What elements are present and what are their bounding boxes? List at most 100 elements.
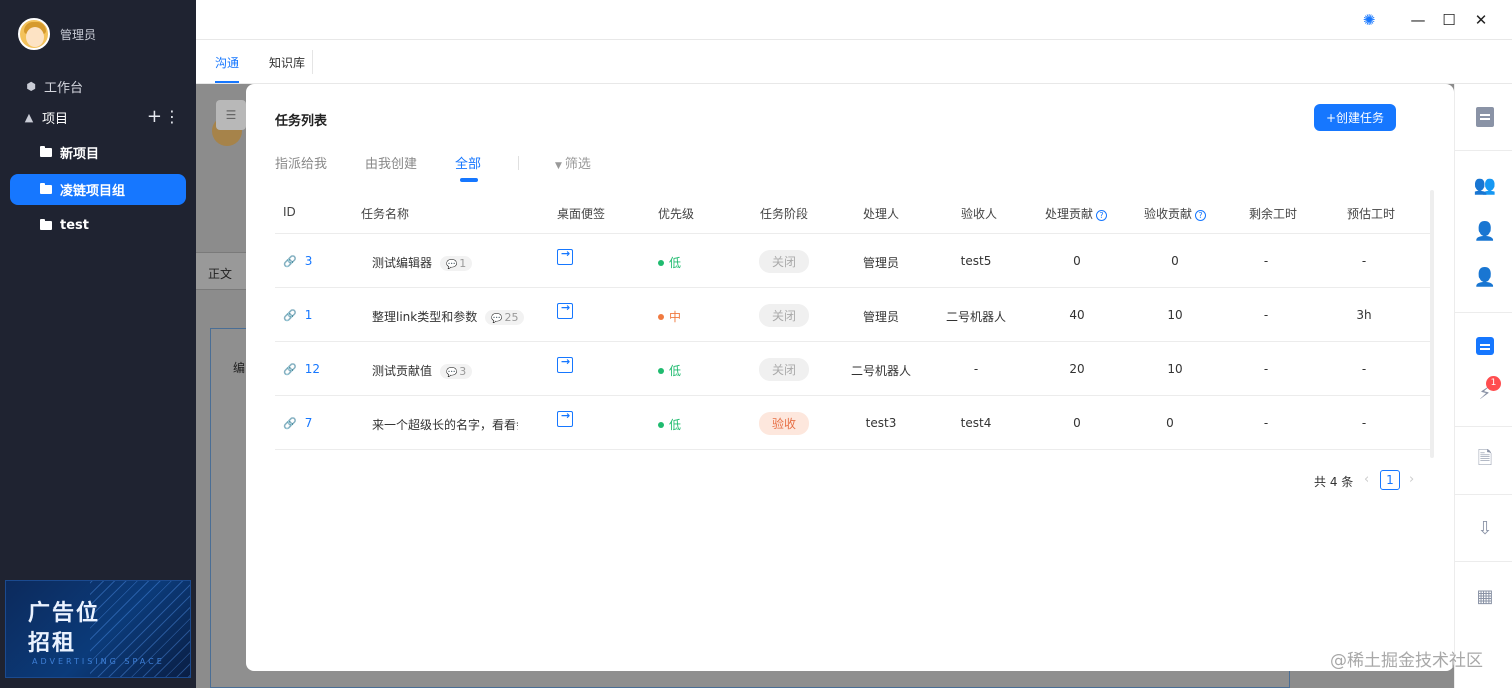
stage-badge: 关闭 xyxy=(759,358,809,381)
folder-icon xyxy=(40,183,52,194)
help-icon[interactable]: ? xyxy=(1195,210,1207,221)
task-id[interactable]: 🔗 3 xyxy=(283,254,312,268)
page-button[interactable]: 1 xyxy=(1380,470,1400,490)
remaining: - xyxy=(1263,416,1269,430)
comment-count: 💬 1 xyxy=(440,256,473,271)
priority-dot xyxy=(658,260,664,266)
table-row[interactable]: 🔗1 整理link类型和参数💬25 中 关闭 管理员 二号机器人 40 10 -… xyxy=(275,288,1434,342)
link-icon: 🔗 xyxy=(283,255,297,268)
estimated: - xyxy=(1361,362,1367,376)
priority: 低 xyxy=(658,254,681,271)
link-icon: 🔗 xyxy=(283,363,297,376)
avatar[interactable] xyxy=(18,18,50,50)
filter-label: 筛选 xyxy=(564,157,591,172)
desktop-note-icon[interactable] xyxy=(557,409,573,427)
table-row[interactable]: 🔗 12 测试贡献值 💬3 低 关闭 二号机器人 - 20 10 - - xyxy=(275,342,1434,396)
create-task-button[interactable]: +创建任务 xyxy=(1314,104,1396,131)
stage: 验收 xyxy=(759,412,809,435)
stage: 关闭 xyxy=(759,358,809,381)
user-star-icon[interactable]: 👤 xyxy=(1474,220,1496,242)
ad-line2: 招租 xyxy=(28,631,77,656)
table-row[interactable]: 🔗3 测试编辑器💬1 低 关闭 管理员 test5 0 0 - - xyxy=(275,234,1434,288)
add-project-icon[interactable]: + xyxy=(147,106,162,127)
more-icon[interactable]: ⋮ xyxy=(164,107,180,126)
col-stage: 任务阶段 xyxy=(760,207,809,221)
task-id-value: 1 xyxy=(304,308,313,322)
remaining: - xyxy=(1263,308,1269,322)
ad-line3: ADVERTISING SPACE xyxy=(32,657,165,666)
project-label: 凌链项目组 xyxy=(60,184,126,199)
desktop-note-icon[interactable] xyxy=(557,355,573,373)
tab-divider xyxy=(518,156,519,170)
project-item[interactable]: test xyxy=(10,210,186,241)
col-accept-contrib-label: 验收贡献 xyxy=(1144,207,1193,221)
scrollbar[interactable] xyxy=(1430,190,1434,458)
link-icon: 🔗 xyxy=(283,309,297,322)
project-item[interactable]: 新项目 xyxy=(10,137,186,168)
priority: 中 xyxy=(658,308,681,325)
col-priority: 优先级 xyxy=(658,207,695,221)
accept-contrib: 10 xyxy=(1167,362,1183,376)
chevron-up-icon: ▲ xyxy=(24,110,34,124)
desktop-note-icon[interactable] xyxy=(557,301,573,319)
document-icon[interactable] xyxy=(1474,106,1496,128)
maximize-button[interactable]: ☐ xyxy=(1437,10,1461,30)
users-icon[interactable]: 👥 xyxy=(1474,174,1496,196)
tab-knowledge-base[interactable]: 知识库 xyxy=(269,54,305,71)
task-id[interactable]: 🔗 12 xyxy=(283,362,320,376)
main-tabs: 沟通 知识库 xyxy=(196,40,1512,84)
task-list-modal: 任务列表 +创建任务 指派给我 由我创建 全部 ▼ 筛选 ID 任务名称 桌面便签… xyxy=(246,84,1454,671)
tab-assigned-to-me[interactable]: 指派给我 xyxy=(275,153,327,172)
stage-badge: 验收 xyxy=(759,412,809,435)
priority: 低 xyxy=(658,416,681,433)
apps-icon[interactable]: ▦ xyxy=(1474,585,1496,607)
close-button[interactable]: ✕ xyxy=(1469,10,1493,30)
col-acceptor: 验收人 xyxy=(961,207,998,221)
accept-contrib: 10 xyxy=(1167,308,1183,322)
task-name[interactable]: 整理link类型和参数 💬 25 xyxy=(372,308,525,325)
task-doc-icon[interactable] xyxy=(1474,335,1496,357)
minimize-button[interactable]: — xyxy=(1406,10,1430,30)
title-bar: ✺ — ☐ ✕ xyxy=(196,0,1512,40)
download-box-icon[interactable]: ⇩ xyxy=(1474,517,1496,539)
bug-icon[interactable]: ✺ xyxy=(1357,10,1381,30)
desktop-note-icon[interactable] xyxy=(557,247,573,265)
modal-title: 任务列表 xyxy=(275,114,328,129)
user-star-alt-icon[interactable]: 👤 xyxy=(1474,266,1496,288)
task-name[interactable]: 测试编辑器 💬 1 xyxy=(372,254,473,271)
task-id[interactable]: 🔗 1 xyxy=(283,308,312,322)
tab-all[interactable]: 全部 xyxy=(455,153,481,182)
acceptor: 二号机器人 xyxy=(945,310,1006,324)
table-row[interactable]: 🔗7 来一个超级长的名字，看看会 低 验收 test3 test4 0 0 - … xyxy=(275,396,1434,450)
project-item-active[interactable]: 凌链项目组 xyxy=(10,174,186,205)
tab-communication[interactable]: 沟通 xyxy=(215,54,240,83)
tab-divider xyxy=(312,50,313,74)
total-count: 共 4 条 xyxy=(1314,475,1354,489)
comment-icon: 💬 xyxy=(446,260,458,270)
estimated: - xyxy=(1361,254,1367,268)
user-info[interactable]: 管理员 xyxy=(18,18,96,50)
nav-workbench[interactable]: ⬢ 工作台 xyxy=(0,71,196,101)
filter-button[interactable]: ▼ 筛选 xyxy=(555,153,591,172)
ad-banner[interactable]: 广告位 招租 ADVERTISING SPACE xyxy=(5,580,191,678)
next-page-icon[interactable]: › xyxy=(1409,472,1414,487)
task-id[interactable]: 🔗 7 xyxy=(283,416,312,430)
comment-count: 💬 25 xyxy=(485,310,525,325)
handler: test3 xyxy=(865,416,897,430)
help-icon[interactable]: ? xyxy=(1096,210,1108,221)
stage-badge: 关闭 xyxy=(759,250,809,273)
project-label: test xyxy=(60,218,89,233)
task-name[interactable]: 测试贡献值 💬 3 xyxy=(372,362,473,379)
accept-contrib: 0 xyxy=(1171,254,1179,268)
doc-clock-icon[interactable]: 🗎 xyxy=(1474,448,1496,472)
acceptor: test5 xyxy=(960,254,992,268)
watermark: @稀土掘金技术社区 xyxy=(1330,651,1483,671)
nav-projects[interactable]: ▲ 项目 + ⋮ xyxy=(0,102,196,132)
pagination: 共 4 条 ‹ 1 › xyxy=(246,470,1454,492)
acceptor: test4 xyxy=(960,416,992,430)
tab-created-by-me[interactable]: 由我创建 xyxy=(365,153,417,172)
task-name-text: 来一个超级长的名字，看看会 xyxy=(372,418,518,432)
task-name[interactable]: 来一个超级长的名字，看看会 xyxy=(372,416,518,433)
prev-page-icon[interactable]: ‹ xyxy=(1364,472,1369,487)
col-desktop-note: 桌面便签 xyxy=(557,207,606,221)
